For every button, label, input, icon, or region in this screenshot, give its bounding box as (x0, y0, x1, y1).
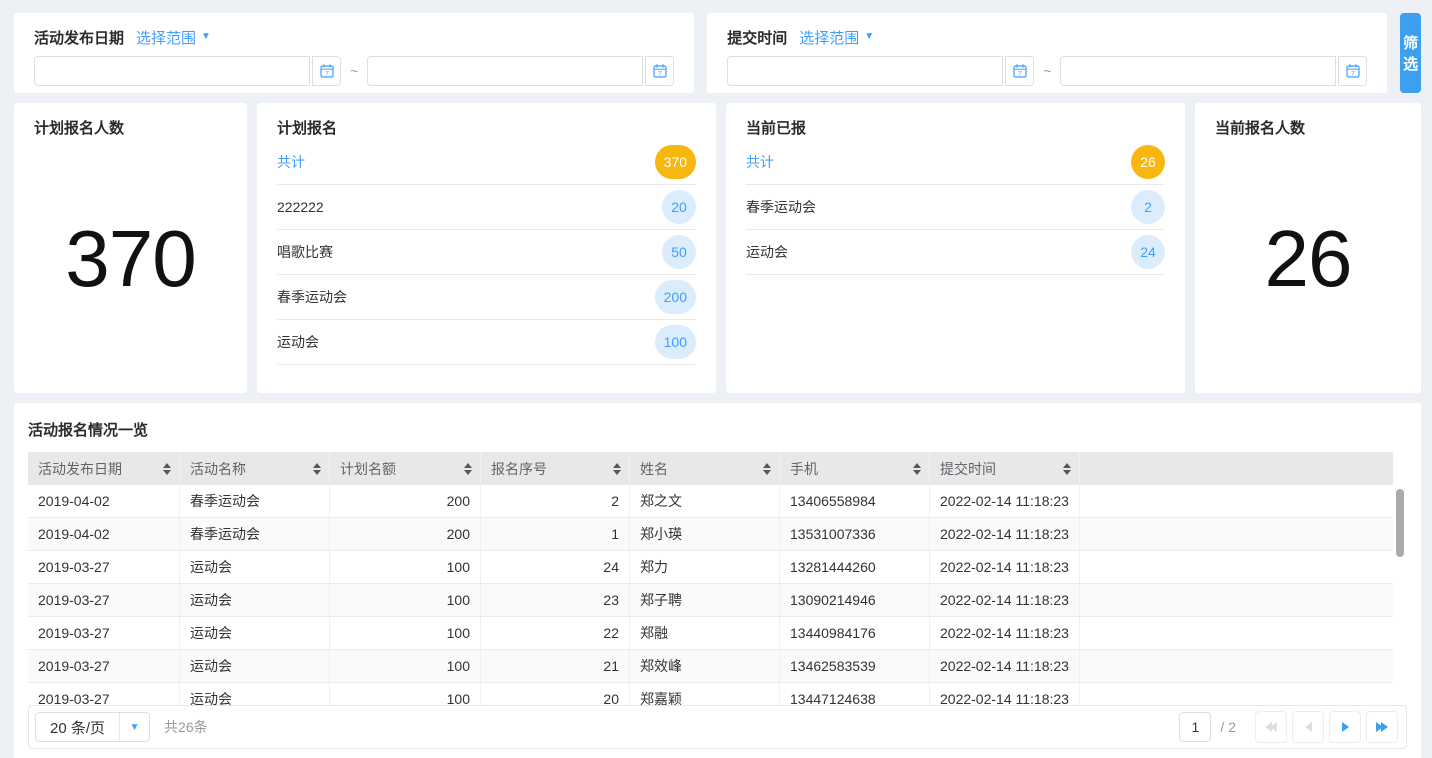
table-row[interactable]: 2019-03-27 运动会 100 23 郑子聘 13090214946 20… (28, 584, 1393, 617)
total-label: 共计 (277, 152, 305, 172)
filter-toolbar: 活动发布日期 选择范围 ▼ 7 ~ (0, 0, 1432, 93)
calendar-icon[interactable]: 7 (645, 56, 674, 86)
calendar-icon[interactable]: 7 (1338, 56, 1367, 86)
list-item-total: 共计 26 (746, 140, 1165, 185)
planned-list-card: 计划报名 共计 370 222222 20 唱歌比赛 50 春季运动会 200 … (257, 103, 716, 393)
list-item: 春季运动会 200 (277, 275, 696, 320)
column-header-phone[interactable]: 手机 (780, 452, 930, 485)
submit-time-range-select[interactable]: 选择范围 ▼ (799, 27, 874, 48)
table-row[interactable]: 2019-03-27 运动会 100 22 郑融 13440984176 202… (28, 617, 1393, 650)
calendar-icon[interactable]: 7 (312, 56, 341, 86)
next-page-button[interactable] (1329, 711, 1361, 743)
list-item: 春季运动会 2 (746, 185, 1165, 230)
first-page-button[interactable] (1255, 711, 1287, 743)
column-header-name[interactable]: 姓名 (630, 452, 780, 485)
pagination-bar: 20 条/页 ▼ 共26条 / 2 (28, 705, 1407, 749)
submit-time-end-input[interactable] (1060, 56, 1336, 86)
card-title: 计划报名人数 (34, 117, 227, 138)
svg-text:7: 7 (1018, 71, 1022, 78)
list-item-total: 共计 370 (277, 140, 696, 185)
table-row[interactable]: 2019-03-27 运动会 100 21 郑效峰 13462583539 20… (28, 650, 1393, 683)
svg-text:7: 7 (325, 71, 329, 78)
page-size-select[interactable]: 20 条/页 ▼ (35, 712, 150, 742)
column-header-serial[interactable]: 报名序号 (481, 452, 630, 485)
count-badge: 2 (1131, 190, 1165, 224)
publish-date-range-select[interactable]: 选择范围 ▼ (136, 27, 211, 48)
list-item: 运动会 100 (277, 320, 696, 365)
sort-icon (913, 463, 921, 475)
left-arrow-icon (1305, 722, 1312, 732)
chevron-down-icon: ▼ (201, 32, 211, 42)
card-title: 当前已报 (746, 117, 1165, 138)
current-list-card: 当前已报 共计 26 春季运动会 2 运动会 24 (726, 103, 1185, 393)
registration-table: 活动发布日期 活动名称 计划名额 报名序号 姓名 手机 提交时间 2019-04… (28, 452, 1407, 705)
planned-count-card: 计划报名人数 370 (14, 103, 247, 393)
list-item: 唱歌比赛 50 (277, 230, 696, 275)
card-title: 当前报名人数 (1215, 117, 1401, 138)
table-row[interactable]: 2019-03-27 运动会 100 24 郑力 13281444260 202… (28, 551, 1393, 584)
range-separator: ~ (1043, 63, 1051, 79)
table-body: 2019-04-02 春季运动会 200 2 郑之文 13406558984 2… (28, 485, 1407, 705)
page-total-label: / 2 (1220, 719, 1236, 735)
card-title: 计划报名 (277, 117, 696, 138)
total-badge: 370 (655, 145, 696, 179)
count-badge: 100 (655, 325, 696, 359)
publish-date-end-input[interactable] (367, 56, 643, 86)
list-item: 运动会 24 (746, 230, 1165, 275)
planned-count-value: 370 (65, 213, 195, 305)
sort-icon (1063, 463, 1071, 475)
chevron-down-icon: ▼ (119, 713, 149, 741)
current-count-card: 当前报名人数 26 (1195, 103, 1421, 393)
column-header-activity-name[interactable]: 活动名称 (180, 452, 330, 485)
total-badge: 26 (1131, 145, 1165, 179)
publish-date-filter-panel: 活动发布日期 选择范围 ▼ 7 ~ (14, 13, 694, 93)
column-header-publish-date[interactable]: 活动发布日期 (28, 452, 180, 485)
stat-cards-row: 计划报名人数 370 计划报名 共计 370 222222 20 唱歌比赛 50… (14, 103, 1421, 393)
filter-button[interactable]: 筛选 (1400, 13, 1421, 93)
svg-text:7: 7 (658, 71, 662, 78)
prev-page-button[interactable] (1292, 711, 1324, 743)
page-number-input[interactable] (1179, 712, 1211, 742)
svg-text:7: 7 (1351, 71, 1355, 78)
count-badge: 200 (655, 280, 696, 314)
submit-time-start-input[interactable] (727, 56, 1003, 86)
submit-time-range-label: 选择范围 (799, 27, 859, 48)
submit-time-filter-panel: 提交时间 选择范围 ▼ 7 ~ (707, 13, 1387, 93)
table-scrollbar[interactable] (1396, 489, 1404, 557)
column-header-submit-time[interactable]: 提交时间 (930, 452, 1080, 485)
current-count-value: 26 (1265, 213, 1352, 305)
page-size-value: 20 条/页 (36, 717, 119, 738)
sort-icon (613, 463, 621, 475)
total-count-label: 共26条 (164, 717, 208, 737)
column-header-empty (1080, 452, 1393, 485)
column-header-quota[interactable]: 计划名额 (330, 452, 481, 485)
registration-table-panel: 活动报名情况一览 活动发布日期 活动名称 计划名额 报名序号 姓名 手机 提交时… (14, 403, 1421, 758)
sort-icon (763, 463, 771, 475)
publish-date-label: 活动发布日期 (34, 27, 124, 48)
sort-icon (464, 463, 472, 475)
submit-time-label: 提交时间 (727, 27, 787, 48)
table-row[interactable]: 2019-04-02 春季运动会 200 2 郑之文 13406558984 2… (28, 485, 1393, 518)
range-separator: ~ (350, 63, 358, 79)
sort-icon (163, 463, 171, 475)
chevron-down-icon: ▼ (864, 32, 874, 42)
table-row[interactable]: 2019-04-02 春季运动会 200 1 郑小瑛 13531007336 2… (28, 518, 1393, 551)
last-page-button[interactable] (1366, 711, 1398, 743)
calendar-icon[interactable]: 7 (1005, 56, 1034, 86)
table-title: 活动报名情况一览 (28, 419, 1407, 440)
publish-date-start-input[interactable] (34, 56, 310, 86)
table-header-row: 活动发布日期 活动名称 计划名额 报名序号 姓名 手机 提交时间 (28, 452, 1393, 485)
sort-icon (313, 463, 321, 475)
count-badge: 50 (662, 235, 696, 269)
table-row[interactable]: 2019-03-27 运动会 100 20 郑嘉颖 13447124638 20… (28, 683, 1393, 705)
count-badge: 24 (1131, 235, 1165, 269)
count-badge: 20 (662, 190, 696, 224)
total-label: 共计 (746, 152, 774, 172)
right-arrow-icon (1342, 722, 1349, 732)
publish-date-range-label: 选择范围 (136, 27, 196, 48)
list-item: 222222 20 (277, 185, 696, 230)
